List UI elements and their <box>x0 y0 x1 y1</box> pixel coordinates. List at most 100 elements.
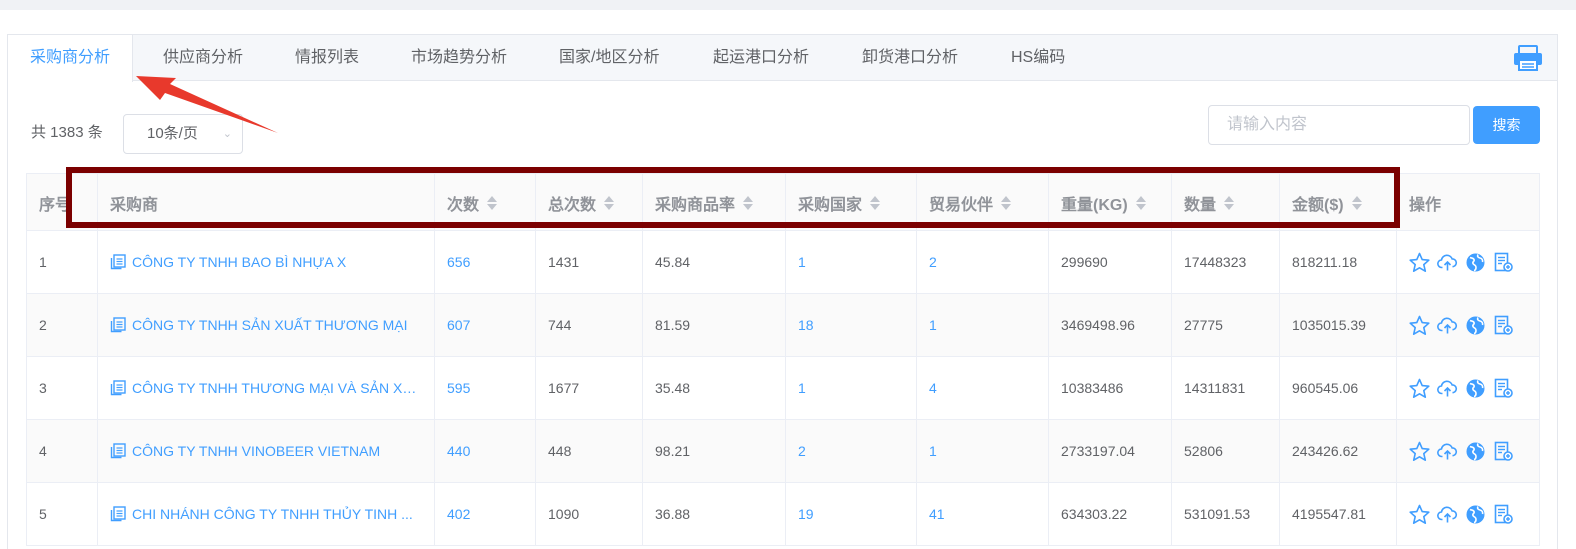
partners-cell[interactable]: 2 <box>917 231 1049 293</box>
col-header-qty[interactable]: 数量 <box>1172 174 1280 230</box>
tab-discharge-port[interactable]: 卸货港口分析 <box>862 35 958 81</box>
buyer-name-link[interactable]: CHI NHÁNH CÔNG TY TNHH THỦY TINH ... <box>132 506 413 522</box>
qty-cell: 531091.53 <box>1172 483 1280 545</box>
sort-icon[interactable] <box>1135 195 1146 211</box>
amount-cell: 1035015.39 <box>1280 294 1397 356</box>
partners-cell[interactable]: 41 <box>917 483 1049 545</box>
qty-cell: 27775 <box>1172 294 1280 356</box>
buyer-cell[interactable]: CÔNG TY TNHH BAO BÌ NHỰA X <box>98 231 435 293</box>
sort-icon[interactable] <box>743 195 754 211</box>
row-index: 5 <box>27 483 98 545</box>
cloud-upload-icon[interactable] <box>1437 315 1458 336</box>
cloud-upload-icon[interactable] <box>1437 504 1458 525</box>
partners-cell[interactable]: 1 <box>917 420 1049 482</box>
col-header-countries[interactable]: 采购国家 <box>786 174 917 230</box>
search-button[interactable]: 搜索 <box>1473 106 1540 144</box>
partners-cell[interactable]: 4 <box>917 357 1049 419</box>
report-icon[interactable] <box>1493 378 1514 399</box>
col-header-total[interactable]: 总次数 <box>536 174 643 230</box>
tab-supplier-analysis[interactable]: 供应商分析 <box>163 35 243 81</box>
count-cell[interactable]: 595 <box>435 357 536 419</box>
tab-bar: 采购商分析 供应商分析 情报列表 市场趋势分析 国家/地区分析 起运港口分析 卸… <box>8 35 1557 82</box>
weight-cell: 634303.22 <box>1049 483 1172 545</box>
count-cell[interactable]: 402 <box>435 483 536 545</box>
cloud-upload-icon[interactable] <box>1437 441 1458 462</box>
col-header-partners[interactable]: 贸易伙伴 <box>917 174 1049 230</box>
table-header-row: 序号 采购商 次数 总次数 采购商品率 采购国家 贸易伙伴 重量(KG) 数量 … <box>27 174 1540 231</box>
rate-cell: 45.84 <box>643 231 786 293</box>
countries-cell[interactable]: 1 <box>786 231 917 293</box>
analysis-panel: 采购商分析 供应商分析 情报列表 市场趋势分析 国家/地区分析 起运港口分析 卸… <box>7 34 1558 549</box>
tab-origin-port[interactable]: 起运港口分析 <box>713 35 809 81</box>
col-header-amount[interactable]: 金额($) <box>1280 174 1397 230</box>
col-header-weight[interactable]: 重量(KG) <box>1049 174 1172 230</box>
document-icon <box>110 506 126 522</box>
count-cell[interactable]: 440 <box>435 420 536 482</box>
report-icon[interactable] <box>1493 441 1514 462</box>
col-header-actions: 操作 <box>1397 174 1540 230</box>
star-icon[interactable] <box>1409 378 1430 399</box>
cloud-upload-icon[interactable] <box>1437 378 1458 399</box>
tab-intel-list[interactable]: 情报列表 <box>295 35 359 81</box>
globe-icon[interactable] <box>1465 252 1486 273</box>
row-index: 1 <box>27 231 98 293</box>
col-header-count[interactable]: 次数 <box>435 174 536 230</box>
report-icon[interactable] <box>1493 315 1514 336</box>
countries-cell[interactable]: 19 <box>786 483 917 545</box>
col-header-index: 序号 <box>27 174 98 230</box>
row-index: 3 <box>27 357 98 419</box>
top-bar <box>0 0 1576 10</box>
rate-cell: 81.59 <box>643 294 786 356</box>
buyer-name-link[interactable]: CÔNG TY TNHH VINOBEER VIETNAM <box>132 443 380 459</box>
globe-icon[interactable] <box>1465 504 1486 525</box>
document-icon <box>110 443 126 459</box>
count-cell[interactable]: 656 <box>435 231 536 293</box>
partners-cell[interactable]: 1 <box>917 294 1049 356</box>
star-icon[interactable] <box>1409 441 1430 462</box>
rate-cell: 98.21 <box>643 420 786 482</box>
buyer-cell[interactable]: CÔNG TY TNHH VINOBEER VIETNAM <box>98 420 435 482</box>
buyer-cell[interactable]: CÔNG TY TNHH SẢN XUẤT THƯƠNG MẠI <box>98 294 435 356</box>
sort-icon[interactable] <box>604 195 615 211</box>
countries-cell[interactable]: 2 <box>786 420 917 482</box>
qty-cell: 17448323 <box>1172 231 1280 293</box>
report-icon[interactable] <box>1493 504 1514 525</box>
table-row: 3 CÔNG TY TNHH THƯƠNG MẠI VÀ SẢN XUẤT 595 1… <box>27 357 1540 420</box>
tab-buyer-analysis[interactable]: 采购商分析 <box>8 35 134 82</box>
report-icon[interactable] <box>1493 252 1514 273</box>
globe-icon[interactable] <box>1465 441 1486 462</box>
sort-icon[interactable] <box>1351 195 1362 211</box>
actions-cell <box>1397 420 1540 482</box>
cloud-upload-icon[interactable] <box>1437 252 1458 273</box>
buyer-cell[interactable]: CHI NHÁNH CÔNG TY TNHH THỦY TINH ... <box>98 483 435 545</box>
search-input[interactable]: 请输入内容 <box>1208 105 1470 145</box>
buyer-name-link[interactable]: CÔNG TY TNHH BAO BÌ NHỰA X <box>132 254 346 270</box>
tab-hs-code[interactable]: HS编码 <box>1011 35 1065 81</box>
tab-market-trend[interactable]: 市场趋势分析 <box>411 35 507 81</box>
actions-cell <box>1397 357 1540 419</box>
amount-cell: 243426.62 <box>1280 420 1397 482</box>
tab-country-region[interactable]: 国家/地区分析 <box>559 35 659 81</box>
sort-icon[interactable] <box>1001 195 1012 211</box>
star-icon[interactable] <box>1409 315 1430 336</box>
star-icon[interactable] <box>1409 252 1430 273</box>
countries-cell[interactable]: 18 <box>786 294 917 356</box>
buyer-name-link[interactable]: CÔNG TY TNHH SẢN XUẤT THƯƠNG MẠI <box>132 317 407 333</box>
star-icon[interactable] <box>1409 504 1430 525</box>
qty-cell: 52806 <box>1172 420 1280 482</box>
sort-icon[interactable] <box>1224 195 1235 211</box>
count-cell[interactable]: 607 <box>435 294 536 356</box>
print-icon[interactable] <box>1513 45 1543 71</box>
globe-icon[interactable] <box>1465 315 1486 336</box>
sort-icon[interactable] <box>870 195 881 211</box>
globe-icon[interactable] <box>1465 378 1486 399</box>
total-count: 共 1383 条 <box>31 124 103 141</box>
buyer-name-link[interactable]: CÔNG TY TNHH THƯƠNG MẠI VÀ SẢN XUẤT <box>132 380 422 396</box>
amount-cell: 818211.18 <box>1280 231 1397 293</box>
col-header-rate[interactable]: 采购商品率 <box>643 174 786 230</box>
countries-cell[interactable]: 1 <box>786 357 917 419</box>
buyer-cell[interactable]: CÔNG TY TNHH THƯƠNG MẠI VÀ SẢN XUẤT <box>98 357 435 419</box>
sort-icon[interactable] <box>487 195 498 211</box>
weight-cell: 299690 <box>1049 231 1172 293</box>
page-size-select[interactable]: 10条/页 ⌄ <box>123 114 243 154</box>
